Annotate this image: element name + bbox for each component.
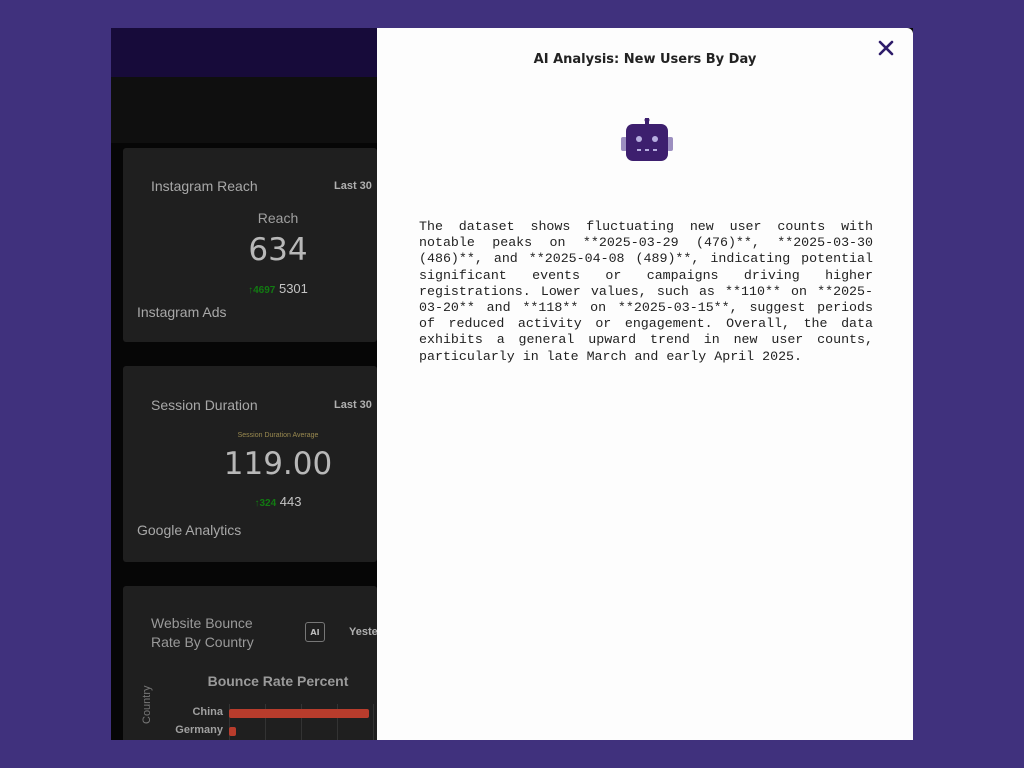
bar[interactable] [229, 709, 369, 718]
y-axis-label: Country [141, 685, 153, 724]
ai-analysis-modal: AI Analysis: New Users By Day The datase… [377, 28, 913, 740]
analysis-text: The dataset shows fluctuating new user c… [419, 219, 873, 364]
data-source: Instagram Ads [137, 304, 227, 320]
modal-title: AI Analysis: New Users By Day [533, 52, 757, 67]
category-label: Germany [175, 724, 223, 736]
dashboard-header [111, 77, 377, 143]
robot-icon [621, 117, 673, 166]
data-source: Google Analytics [137, 522, 242, 538]
ai-analysis-button[interactable]: AI [305, 622, 325, 642]
delta-value: 4697 [253, 285, 276, 296]
delta-value: 324 [259, 498, 277, 509]
instagram-reach-card[interactable]: Instagram Reach Last 30 Reach 634 ↑4697 … [123, 148, 377, 342]
card-title: Website Bounce Rate By Country [151, 615, 254, 650]
delta-reference: 443 [279, 494, 302, 509]
bounce-rate-card[interactable]: Website Bounce Rate By Country AI Yeste … [123, 586, 378, 740]
category-label: China [192, 706, 223, 718]
session-duration-card[interactable]: Session Duration Last 30 Session Duratio… [123, 366, 377, 562]
card-title: Session Duration [151, 397, 258, 413]
card-title: Instagram Reach [151, 178, 258, 194]
period-selector[interactable]: Yeste [349, 626, 378, 638]
delta-reference: 5301 [278, 281, 308, 296]
top-navbar [111, 28, 377, 77]
period-selector[interactable]: Last 30 [334, 180, 372, 192]
bar[interactable] [229, 727, 236, 736]
period-selector[interactable]: Last 30 [334, 399, 372, 411]
close-icon[interactable] [876, 38, 896, 58]
app-frame: Instagram Reach Last 30 Reach 634 ↑4697 … [111, 28, 913, 740]
grid-line [373, 704, 374, 740]
